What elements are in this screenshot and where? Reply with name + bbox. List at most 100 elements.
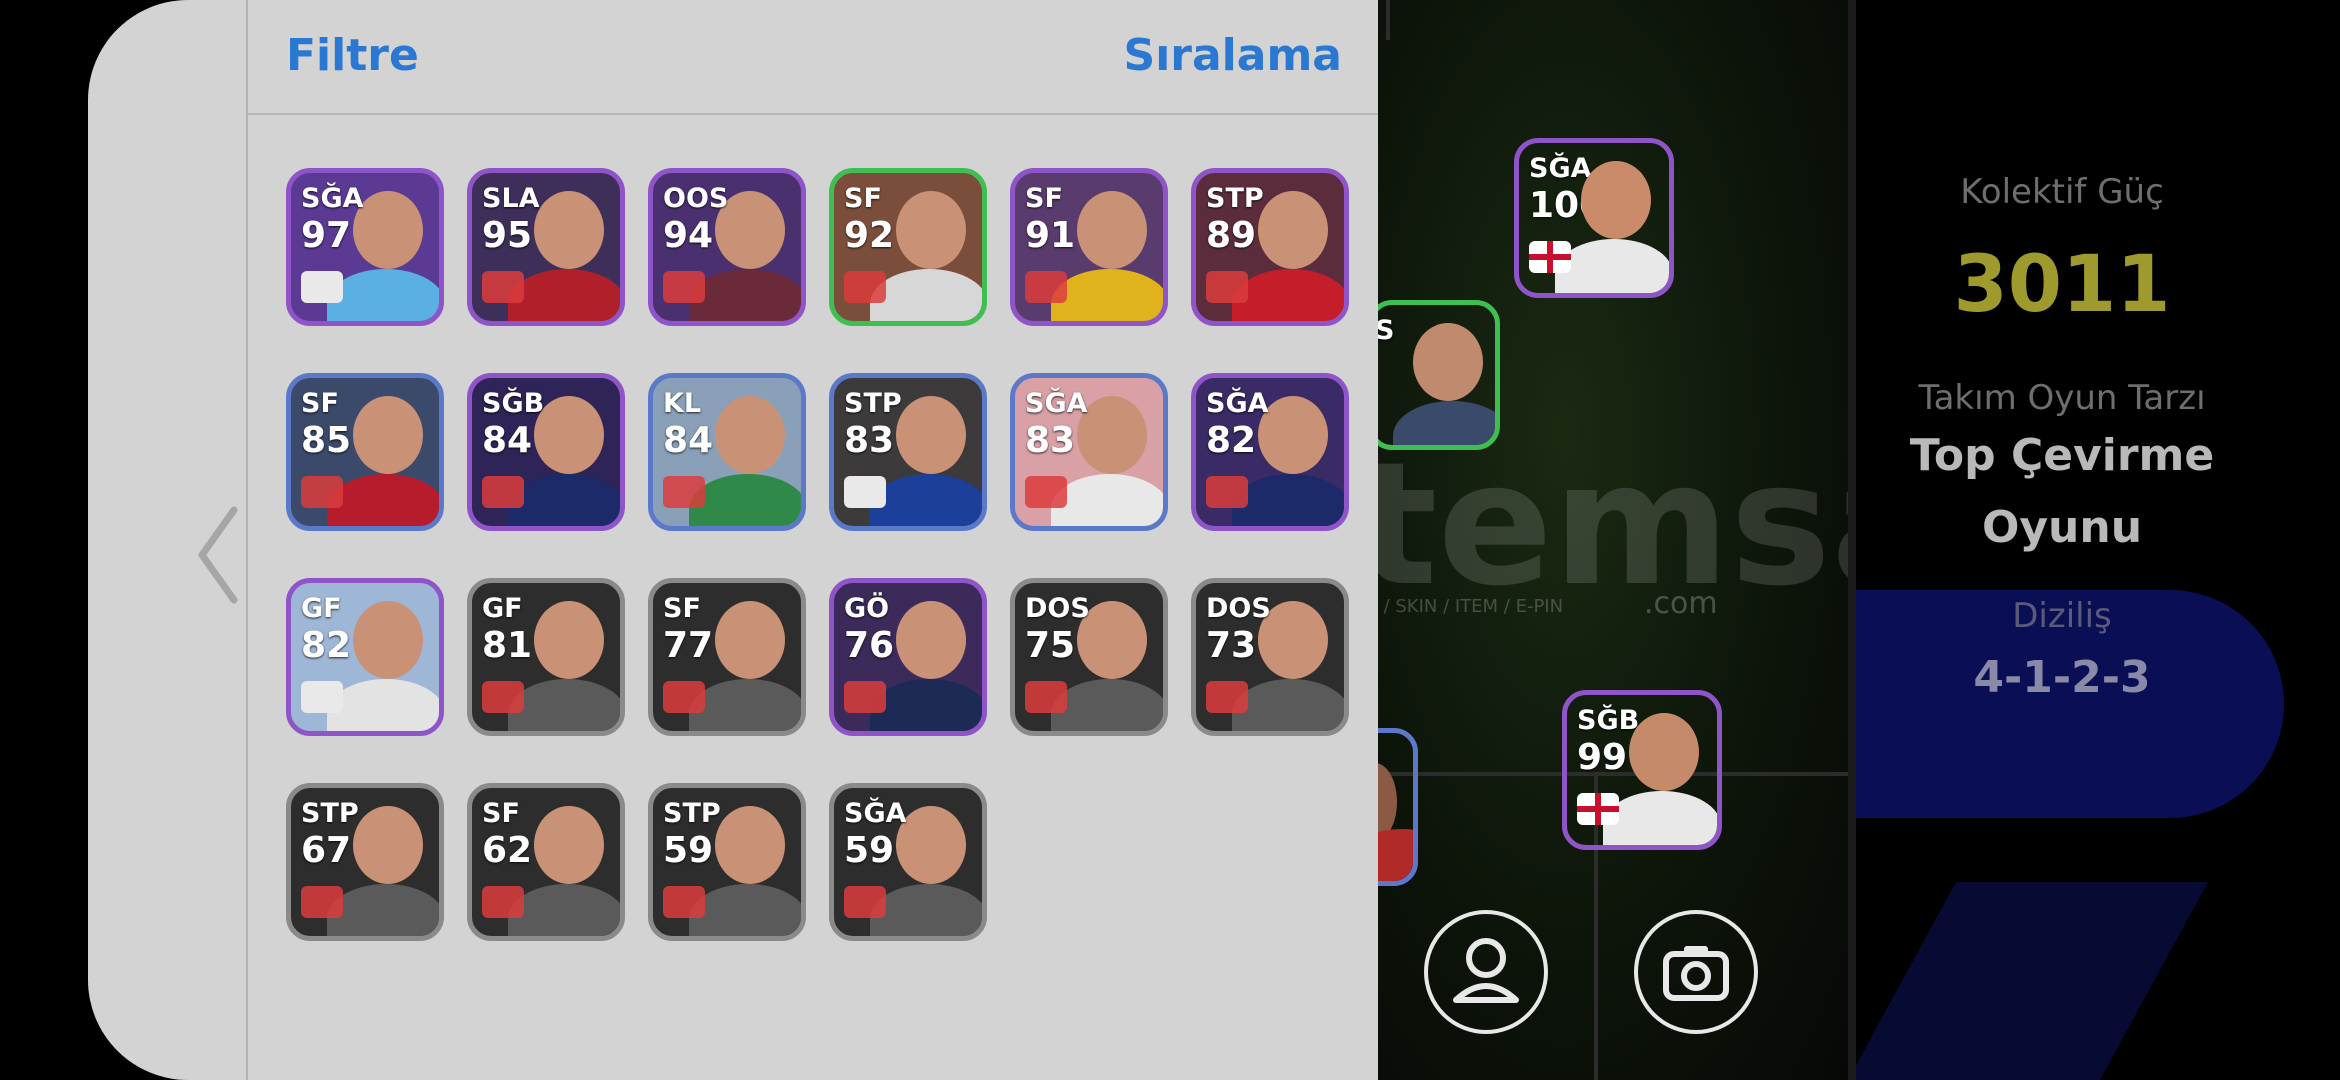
player-card[interactable]: SF 77 — [648, 578, 806, 736]
filter-button[interactable]: Filtre — [286, 30, 419, 81]
formation-value[interactable]: 4-1-2-3 — [1792, 652, 2332, 703]
player-kit — [508, 679, 620, 731]
player-card[interactable]: GÖ 76 — [829, 578, 987, 736]
card-rating: 73 — [1206, 625, 1257, 666]
card-rating: 67 — [301, 830, 352, 871]
card-position: SĞA — [844, 798, 907, 829]
player-card[interactable]: SF 85 — [286, 373, 444, 531]
argentina-flag — [301, 271, 343, 303]
player-face — [534, 601, 604, 679]
card-rating: 81 — [482, 625, 533, 666]
player-card[interactable]: OOS 94 — [648, 168, 806, 326]
player-face — [1413, 323, 1483, 401]
card-position: SF — [663, 593, 701, 624]
player-face — [534, 806, 604, 884]
chevron-left-icon[interactable] — [188, 500, 248, 610]
player-card[interactable]: GF 81 — [467, 578, 625, 736]
card-position: SF — [482, 798, 520, 829]
player-kit — [508, 474, 620, 526]
card-position: STP — [301, 798, 359, 829]
player-card[interactable]: STP 59 — [648, 783, 806, 941]
player-card[interactable]: SF 91 — [1010, 168, 1168, 326]
player-card[interactable]: SĞA 59 — [829, 783, 987, 941]
player-face — [1581, 161, 1651, 239]
player-card[interactable]: SĞB 84 — [467, 373, 625, 531]
player-card[interactable]: STP 89 — [1191, 168, 1349, 326]
formation-label: Diziliş — [2012, 596, 2112, 636]
club-crest — [1025, 476, 1067, 508]
screenshot-button[interactable] — [1634, 910, 1758, 1034]
player-card[interactable]: KL 84 — [648, 373, 806, 531]
card-position: DOS — [1206, 593, 1271, 624]
card-rating: 92 — [844, 215, 895, 256]
card-position: SĞA — [1025, 388, 1088, 419]
card-rating: 76 — [844, 625, 895, 666]
player-kit — [1232, 474, 1344, 526]
card-rating: 82 — [1206, 420, 1257, 461]
card-rating: 95 — [482, 215, 533, 256]
player-face — [353, 601, 423, 679]
sort-button[interactable]: Sıralama — [1124, 30, 1342, 81]
player-card[interactable]: DOS 73 — [1191, 578, 1349, 736]
player-kit — [1051, 269, 1163, 321]
player-kit — [1232, 679, 1344, 731]
club-crest — [663, 271, 705, 303]
card-position: GF — [301, 593, 342, 624]
decorative-shape — [1848, 882, 2208, 1080]
player-card[interactable]: STP 67 — [286, 783, 444, 941]
shield-icon — [482, 886, 524, 918]
player-kit — [327, 269, 439, 321]
player-face — [715, 601, 785, 679]
barcelona-crest — [1206, 476, 1248, 508]
player-kit — [689, 884, 801, 936]
card-rating: 85 — [301, 420, 352, 461]
player-kit — [1603, 791, 1717, 845]
team-style-value-line1: Top Çevirme — [1909, 430, 2215, 481]
player-face — [715, 396, 785, 474]
player-card[interactable]: GF 82 — [286, 578, 444, 736]
player-card[interactable]: SĞA 97 — [286, 168, 444, 326]
player-kit — [1051, 474, 1163, 526]
card-rating: 59 — [663, 830, 714, 871]
player-card[interactable]: SLA 95 — [467, 168, 625, 326]
player-card[interactable]: SĞA 83 — [1010, 373, 1168, 531]
card-rating: 75 — [1025, 625, 1076, 666]
player-kit — [508, 269, 620, 321]
card-position: GÖ — [844, 593, 890, 624]
team-style-value-line2: Oyunu — [1981, 502, 2143, 553]
club-crest — [663, 681, 705, 713]
pitch-line — [1386, 0, 1390, 40]
card-position: SĞB — [1577, 705, 1640, 736]
player-face — [1258, 191, 1328, 269]
player-card[interactable]: SF 62 — [467, 783, 625, 941]
player-profile-button[interactable] — [1424, 910, 1548, 1034]
club-crest — [301, 886, 343, 918]
header-divider — [248, 113, 1378, 115]
france-flag — [844, 476, 886, 508]
club-crest — [1206, 271, 1248, 303]
england-flag — [1577, 793, 1619, 825]
field-card-sgb-99[interactable]: SĞB 99 — [1562, 690, 1722, 850]
player-card[interactable]: SF 92 — [829, 168, 987, 326]
team-info-panel: Kolektif Güç 3011 Takım Oyun Tarzı Top Ç… — [1848, 0, 2340, 1080]
player-card[interactable]: STP 83 — [829, 373, 987, 531]
player-face — [534, 191, 604, 269]
card-position: DOS — [1025, 593, 1090, 624]
field-card-sga-100[interactable]: SĞA 100 — [1514, 138, 1674, 298]
card-rating: 82 — [301, 625, 352, 666]
panel-collapse-strip[interactable] — [88, 0, 248, 1080]
club-crest — [1025, 271, 1067, 303]
player-face — [896, 191, 966, 269]
player-kit — [1051, 679, 1163, 731]
card-position: STP — [663, 798, 721, 829]
player-kit — [1232, 269, 1344, 321]
player-face — [1629, 713, 1699, 791]
card-position: SĞB — [482, 388, 545, 419]
card-rating: 84 — [663, 420, 714, 461]
player-face — [353, 806, 423, 884]
player-kit — [870, 474, 982, 526]
player-card[interactable]: SĞA 82 — [1191, 373, 1349, 531]
player-face — [715, 806, 785, 884]
player-card[interactable]: DOS 75 — [1010, 578, 1168, 736]
card-rating: 83 — [1025, 420, 1076, 461]
